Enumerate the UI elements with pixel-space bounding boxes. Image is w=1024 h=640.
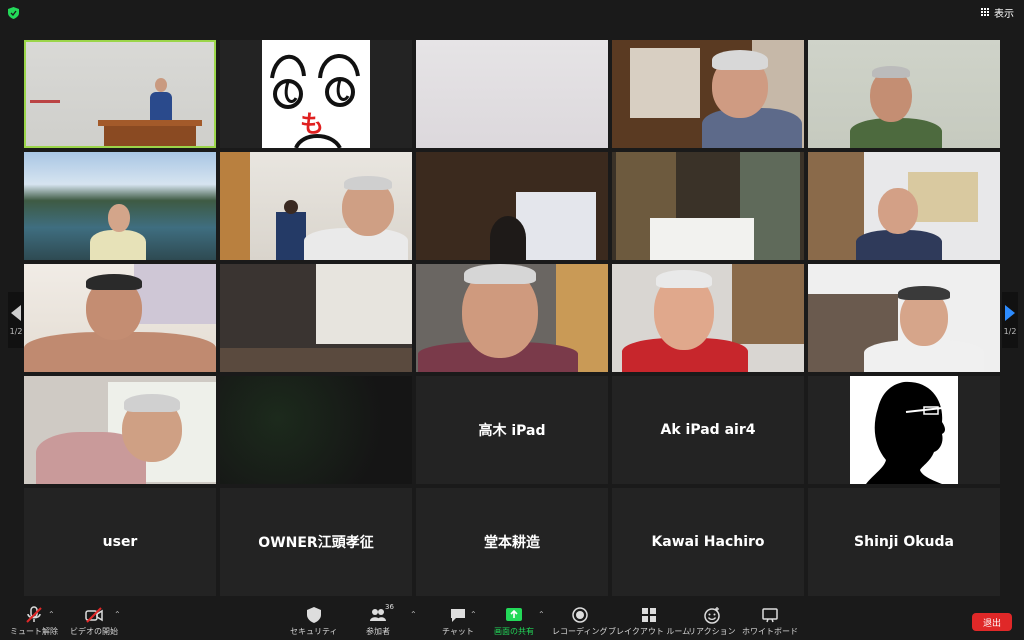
record-button[interactable]: レコーディング [552,606,607,640]
share-screen-button[interactable]: 画面の共有 [494,606,534,640]
record-label: レコーディング [552,627,608,636]
participant-name: 高木 iPad [478,423,546,439]
meeting-toolbar: ミュート解除 ⌃ ビデオの開始 ⌃ セキュリティ 36 参加者 ⌃ チャット ⌃… [0,602,1024,640]
reactions-label: リアクション [688,627,736,636]
video-options-caret-icon[interactable]: ⌃ [114,610,121,619]
share-screen-label: 画面の共有 [494,627,534,636]
reactions-button[interactable]: リアクション [688,606,736,640]
video-tile-participant[interactable] [24,152,216,260]
view-label: 表示 [994,8,1014,20]
video-tile-participant[interactable] [416,264,608,372]
grid-view-icon [981,7,990,17]
breakout-rooms-icon [642,608,657,622]
video-tile-silhouette[interactable] [808,376,1000,484]
video-tile-name-only[interactable]: Shinji Okuda [808,488,1000,596]
leave-meeting-button[interactable]: 退出 [972,613,1012,631]
video-tile-dark[interactable] [220,376,412,484]
breakout-rooms-label: ブレイクアウト ルーム [608,627,691,636]
video-tile-participant[interactable] [808,264,1000,372]
audio-options-caret-icon[interactable]: ⌃ [48,610,55,619]
view-button[interactable]: 表示 [981,4,1014,20]
silhouette-avatar-icon [866,381,945,484]
participant-name: OWNER江頭孝征 [258,535,374,551]
participant-name: Kawai Hachiro [651,534,765,550]
video-tile-participant[interactable] [808,152,1000,260]
participant-name: Shinji Okuda [854,534,954,550]
video-tile-participant[interactable] [612,40,804,148]
video-tile-blank[interactable] [416,40,608,148]
video-tile-name-only[interactable]: user [24,488,216,596]
video-tile-participant[interactable] [416,152,608,260]
page-indicator-left: 1/2 [9,326,23,336]
participant-name: Ak iPad air4 [660,422,756,438]
video-tile-name-only[interactable]: Ak iPad air4 [612,376,804,484]
security-button[interactable]: セキュリティ [290,606,338,640]
whiteboard-icon [762,608,778,623]
participants-label: 参加者 [366,627,390,636]
video-tile-name-only[interactable]: 堂本耕造 [416,488,608,596]
microphone-muted-icon [26,606,42,623]
whiteboard-label: ホワイトボード [742,627,798,636]
video-tile-participant[interactable] [220,264,412,372]
previous-page-button[interactable]: 1/2 [8,292,24,348]
video-tile-name-only[interactable]: Kawai Hachiro [612,488,804,596]
video-tile-participant[interactable] [24,264,216,372]
participants-count: 36 [385,603,394,611]
video-off-icon [85,607,103,623]
security-label: セキュリティ [290,627,338,636]
encryption-shield-icon[interactable] [8,7,19,19]
chat-label: チャット [442,627,474,636]
share-screen-icon [506,608,522,621]
arrow-left-icon [11,304,21,321]
start-video-label: ビデオの開始 [70,627,118,636]
video-tile-speaker[interactable] [24,40,216,148]
drawing-char: も [300,110,324,138]
video-tile-name-only[interactable]: 高木 iPad [416,376,608,484]
share-caret-icon[interactable]: ⌃ [538,610,545,619]
top-bar: 表示 [0,0,1024,24]
next-page-button[interactable]: 1/2 [1002,292,1018,348]
participant-name: 堂本耕造 [484,535,540,551]
page-indicator-right: 1/2 [1003,326,1017,336]
video-tile-participant[interactable] [612,264,804,372]
chat-bubble-icon [450,609,465,622]
unmute-label: ミュート解除 [10,627,58,636]
video-tile-participant[interactable] [24,376,216,484]
video-tile-participant[interactable] [808,40,1000,148]
participant-name: user [102,534,138,550]
whiteboard-button[interactable]: ホワイトボード [742,606,798,640]
record-icon [571,607,588,623]
chat-caret-icon[interactable]: ⌃ [470,610,477,619]
shield-icon [306,607,321,623]
video-tile-participant[interactable] [220,152,412,260]
video-gallery: も 高木 iPad Ak iPad air4 user OWNER江頭孝征 堂本… [24,40,1001,598]
participants-icon: 36 [369,603,394,624]
participants-button[interactable]: 36 参加者 [366,603,394,640]
video-tile-participant[interactable] [612,152,804,260]
video-tile-name-only[interactable]: OWNER江頭孝征 [220,488,412,596]
participants-caret-icon[interactable]: ⌃ [410,610,417,619]
arrow-right-icon [1005,304,1015,321]
breakout-rooms-button[interactable]: ブレイクアウト ルーム [608,606,690,640]
video-tile-drawing[interactable]: も [220,40,412,148]
smiley-icon [704,607,720,624]
start-video-button[interactable]: ビデオの開始 [70,606,118,640]
